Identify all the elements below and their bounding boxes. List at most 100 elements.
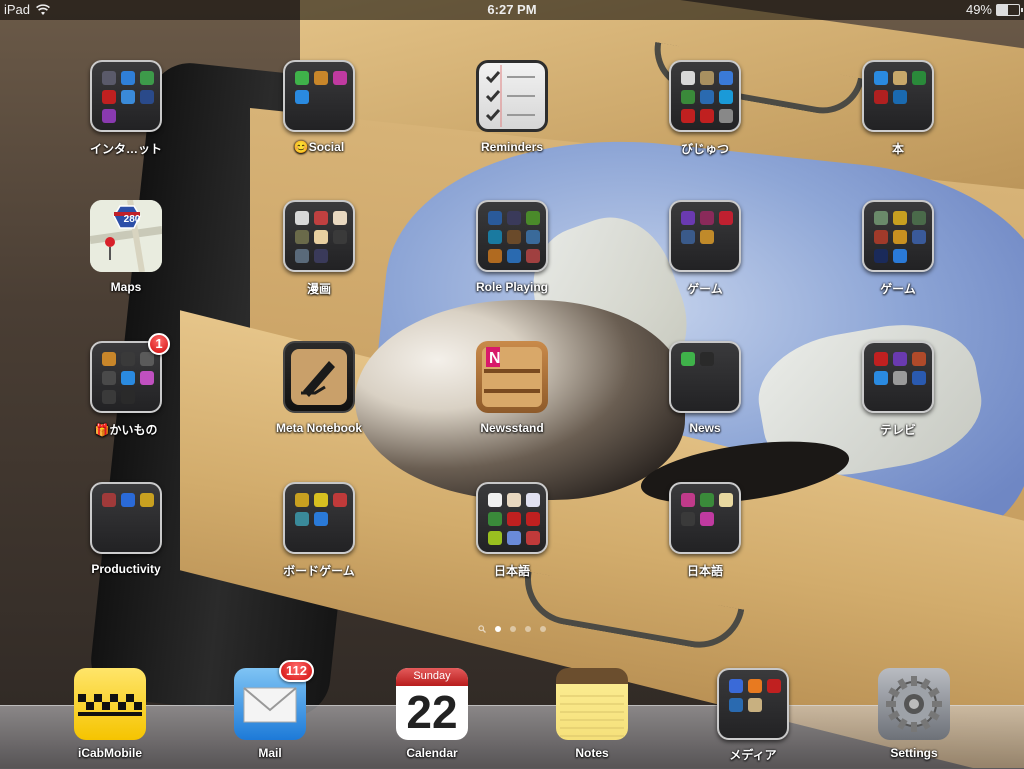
- folder-mini-app-icon: [295, 512, 309, 526]
- page-dot[interactable]: [525, 626, 531, 632]
- home-r2-c3-folder[interactable]: Role Playing: [476, 200, 548, 294]
- icon-label: Settings: [838, 746, 990, 760]
- folder-icon: [476, 482, 548, 554]
- home-r3-c3-app[interactable]: N Newsstand: [476, 341, 548, 435]
- folder-icon: [862, 60, 934, 132]
- icon-label: 🎁かいもの: [50, 421, 202, 438]
- home-r4-c3-folder[interactable]: 日本語: [476, 482, 548, 578]
- icon-label: 漫画: [243, 280, 395, 297]
- dock-mail-app[interactable]: 112 Mail: [234, 660, 314, 760]
- folder-mini-app-icon: [874, 211, 888, 225]
- folder-mini-app-icon: [295, 90, 309, 104]
- icon-label-text: かいもの: [109, 423, 158, 437]
- folder-mini-app-icon: [681, 211, 695, 225]
- folder-mini-app-icon: [121, 371, 135, 385]
- folder-mini-app-icon: [507, 249, 521, 263]
- icon-label-text: 本: [891, 142, 904, 156]
- folder-mini-app-icon: [893, 249, 907, 263]
- icab-taxi-icon: [74, 668, 146, 740]
- home-r3-c4-folder[interactable]: News: [669, 341, 741, 435]
- home-r1-c5-folder[interactable]: 本: [862, 60, 934, 156]
- folder-mini-app-icon: [121, 390, 135, 404]
- folder-icon: [476, 200, 548, 272]
- folder-mini-app-icon: [526, 249, 540, 263]
- home-r1-c2-folder[interactable]: 😊Social: [283, 60, 355, 154]
- dock-notes-app[interactable]: Notes: [556, 668, 628, 760]
- folder-icon: [862, 200, 934, 272]
- folder-mini-app-icon: [700, 352, 714, 366]
- icon-label: メディア: [677, 746, 829, 763]
- folder-mini-app-icon: [874, 71, 888, 85]
- clock: 6:27 PM: [487, 2, 537, 17]
- folder-mini-app-icon: [507, 230, 521, 244]
- icon-label-text: Productivity: [91, 562, 161, 576]
- notification-badge: 1: [148, 333, 170, 355]
- folder-mini-app-icon: [912, 352, 926, 366]
- folder-mini-app-icon: [893, 211, 907, 225]
- home-r1-c1-folder[interactable]: インタ…ット: [90, 60, 162, 156]
- page-dot[interactable]: [540, 626, 546, 632]
- home-r3-c1-folder[interactable]: 1 🎁かいもの: [90, 333, 170, 437]
- home-r4-c1-folder[interactable]: Productivity: [90, 482, 162, 576]
- home-r4-c4-folder[interactable]: 日本語: [669, 482, 741, 578]
- dock-calendar-app[interactable]: Sunday 22 Calendar: [396, 668, 468, 760]
- folder-mini-app-icon: [488, 493, 502, 507]
- home-r2-c1-app[interactable]: 280 Maps: [89, 199, 163, 294]
- folder-mini-app-icon: [719, 71, 733, 85]
- folder-mini-app-icon: [681, 512, 695, 526]
- icon-label-text: News: [689, 421, 721, 435]
- folder-mini-app-icon: [507, 211, 521, 225]
- icon-label-text: iCabMobile: [77, 746, 142, 760]
- folder-mini-app-icon: [507, 531, 521, 545]
- icon-label: インタ…ット: [50, 140, 202, 157]
- folder-mini-app-icon: [912, 211, 926, 225]
- notes-icon: [556, 668, 628, 740]
- folder-mini-app-icon: [526, 512, 540, 526]
- folder-mini-app-icon: [333, 71, 347, 85]
- folder-mini-app-icon: [681, 71, 695, 85]
- spotlight-search-icon[interactable]: [478, 625, 486, 633]
- home-r4-c2-folder[interactable]: ボードゲーム: [283, 482, 355, 578]
- icon-label: Meta Notebook: [243, 421, 395, 435]
- folder-mini-app-icon: [719, 109, 733, 123]
- folder-mini-app-icon: [102, 90, 116, 104]
- folder-mini-app-icon: [700, 493, 714, 507]
- settings-gear-icon: [878, 668, 950, 740]
- folder-mini-app-icon: [488, 512, 502, 526]
- icon-label: ゲーム: [822, 280, 974, 297]
- folder-mini-app-icon: [102, 371, 116, 385]
- folder-mini-app-icon: [893, 71, 907, 85]
- page-indicator[interactable]: [0, 625, 1024, 633]
- home-r1-c3-app[interactable]: Reminders: [476, 60, 548, 154]
- folder-mini-app-icon: [526, 531, 540, 545]
- folder-mini-app-icon: [526, 230, 540, 244]
- icon-label-text: びじゅつ: [680, 142, 729, 156]
- folder-mini-app-icon: [681, 90, 695, 104]
- folder-mini-app-icon: [700, 109, 714, 123]
- folder-mini-app-icon: [140, 352, 154, 366]
- home-r3-c5-folder[interactable]: テレビ: [862, 341, 934, 437]
- icon-label: ゲーム: [629, 280, 781, 297]
- icon-label-text: テレビ: [879, 423, 916, 437]
- dock-item-folder[interactable]: メディア: [717, 668, 789, 762]
- home-r2-c5-folder[interactable]: ゲーム: [862, 200, 934, 296]
- icon-label: テレビ: [822, 421, 974, 438]
- icon-label-text: Notes: [575, 746, 609, 760]
- label-emoji-icon: 😊: [293, 140, 309, 154]
- page-dot[interactable]: [495, 626, 501, 632]
- folder-mini-app-icon: [314, 249, 328, 263]
- folder-mini-app-icon: [295, 211, 309, 225]
- folder-mini-app-icon: [526, 493, 540, 507]
- dock-settings-app[interactable]: Settings: [878, 668, 950, 760]
- home-r2-c2-folder[interactable]: 漫画: [283, 200, 355, 296]
- home-r2-c4-folder[interactable]: ゲーム: [669, 200, 741, 296]
- folder-mini-app-icon: [314, 211, 328, 225]
- dock-icabmobile-app[interactable]: iCabMobile: [74, 668, 146, 760]
- home-r1-c4-folder[interactable]: びじゅつ: [669, 60, 741, 156]
- home-r3-c2-app[interactable]: Meta Notebook: [276, 341, 362, 435]
- icon-label-text: インタ…ット: [89, 142, 162, 156]
- page-dot[interactable]: [510, 626, 516, 632]
- folder-mini-app-icon: [102, 71, 116, 85]
- icon-label: 日本語: [436, 562, 588, 579]
- folder-mini-app-icon: [729, 679, 743, 693]
